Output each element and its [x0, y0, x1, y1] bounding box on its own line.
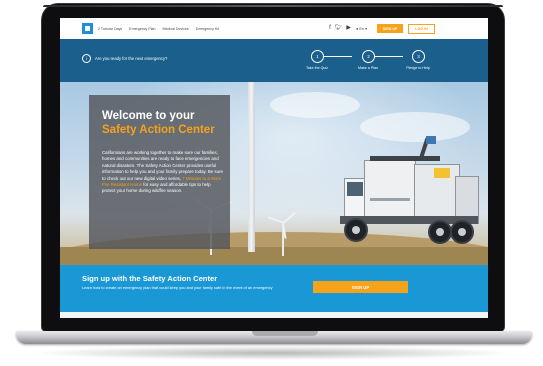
signup-description: Learn how to create an emergency plan th… [82, 285, 273, 290]
laptop-base [16, 331, 532, 344]
signup-button[interactable]: SIGN UP [313, 281, 408, 293]
hero-section: Welcome to your Safety Action Center Cal… [60, 82, 488, 265]
step-2-label[interactable]: Make a Plan [346, 66, 390, 70]
laptop-opening-notch [252, 331, 318, 336]
youtube-icon[interactable]: ▶ [346, 25, 351, 32]
utility-truck-image [330, 136, 480, 260]
pge-logo-icon[interactable] [82, 23, 93, 34]
laptop-screen: 2 Tubular Days Emergency Plan Medical De… [60, 18, 488, 318]
facebook-icon[interactable]: f [329, 25, 331, 32]
step-2-circle[interactable]: 2 [362, 50, 375, 63]
truck-windshield [347, 182, 363, 196]
truck-rear-wheel [450, 220, 474, 244]
nav-link-emergency-kit[interactable]: Emergency Kit [196, 27, 219, 31]
header-signup-button[interactable]: SIGN UP [377, 24, 403, 33]
laptop-shadow [28, 346, 518, 360]
welcome-title-accent: Safety Action Center [102, 124, 215, 136]
cloud [270, 92, 360, 118]
truck-trim [370, 198, 410, 201]
welcome-body: Californians are working together to mak… [102, 150, 223, 195]
step-connector [324, 56, 352, 57]
truck-yellow-box [434, 168, 450, 178]
step-3-label[interactable]: Pledge to Help [396, 66, 440, 70]
signup-title: Sign up with the Safety Action Center [82, 274, 218, 283]
readiness-question: Are you ready for the next emergency? [95, 56, 168, 61]
step-1-circle[interactable]: 1 [311, 50, 324, 63]
step-3-circle[interactable]: 3 [412, 50, 425, 63]
main-nav: 2 Tubular Days Emergency Plan Medical De… [98, 27, 226, 31]
truck-front-wheel [344, 218, 368, 242]
language-selector[interactable]: ● En ▾ [356, 26, 367, 31]
step-connector [375, 56, 403, 57]
nav-link-emergency-plan[interactable]: Emergency Plan [129, 27, 155, 31]
page-footer-strip [60, 312, 488, 318]
language-label: En [359, 27, 365, 31]
welcome-title: Welcome to your [102, 110, 195, 122]
nav-link-medical-devices[interactable]: Medical Devices [163, 27, 189, 31]
readiness-bar: i Are you ready for the next emergency? … [60, 39, 488, 82]
welcome-panel: Welcome to your Safety Action Center Cal… [89, 95, 230, 249]
signup-section: Sign up with the Safety Action Center Le… [60, 265, 488, 312]
header-actions: f 🐦︎ ▶ ● En ▾ SIGN UP LOG IN [325, 23, 435, 34]
truck-rear-wheel [428, 220, 452, 244]
header-login-button[interactable]: LOG IN [408, 23, 435, 34]
nav-link-tubular-days[interactable]: 2 Tubular Days [98, 27, 122, 31]
laptop-lid-edge [43, 5, 503, 7]
truck-utility-bed [364, 160, 416, 224]
truck-bucket [426, 136, 436, 144]
info-icon: i [82, 54, 91, 63]
truck-rack [370, 156, 440, 161]
step-1-label[interactable]: Take the Quiz [295, 66, 339, 70]
utility-pole [248, 82, 255, 252]
twitter-icon[interactable]: 🐦︎ [335, 25, 343, 32]
site-header: 2 Tubular Days Emergency Plan Medical De… [60, 18, 488, 40]
